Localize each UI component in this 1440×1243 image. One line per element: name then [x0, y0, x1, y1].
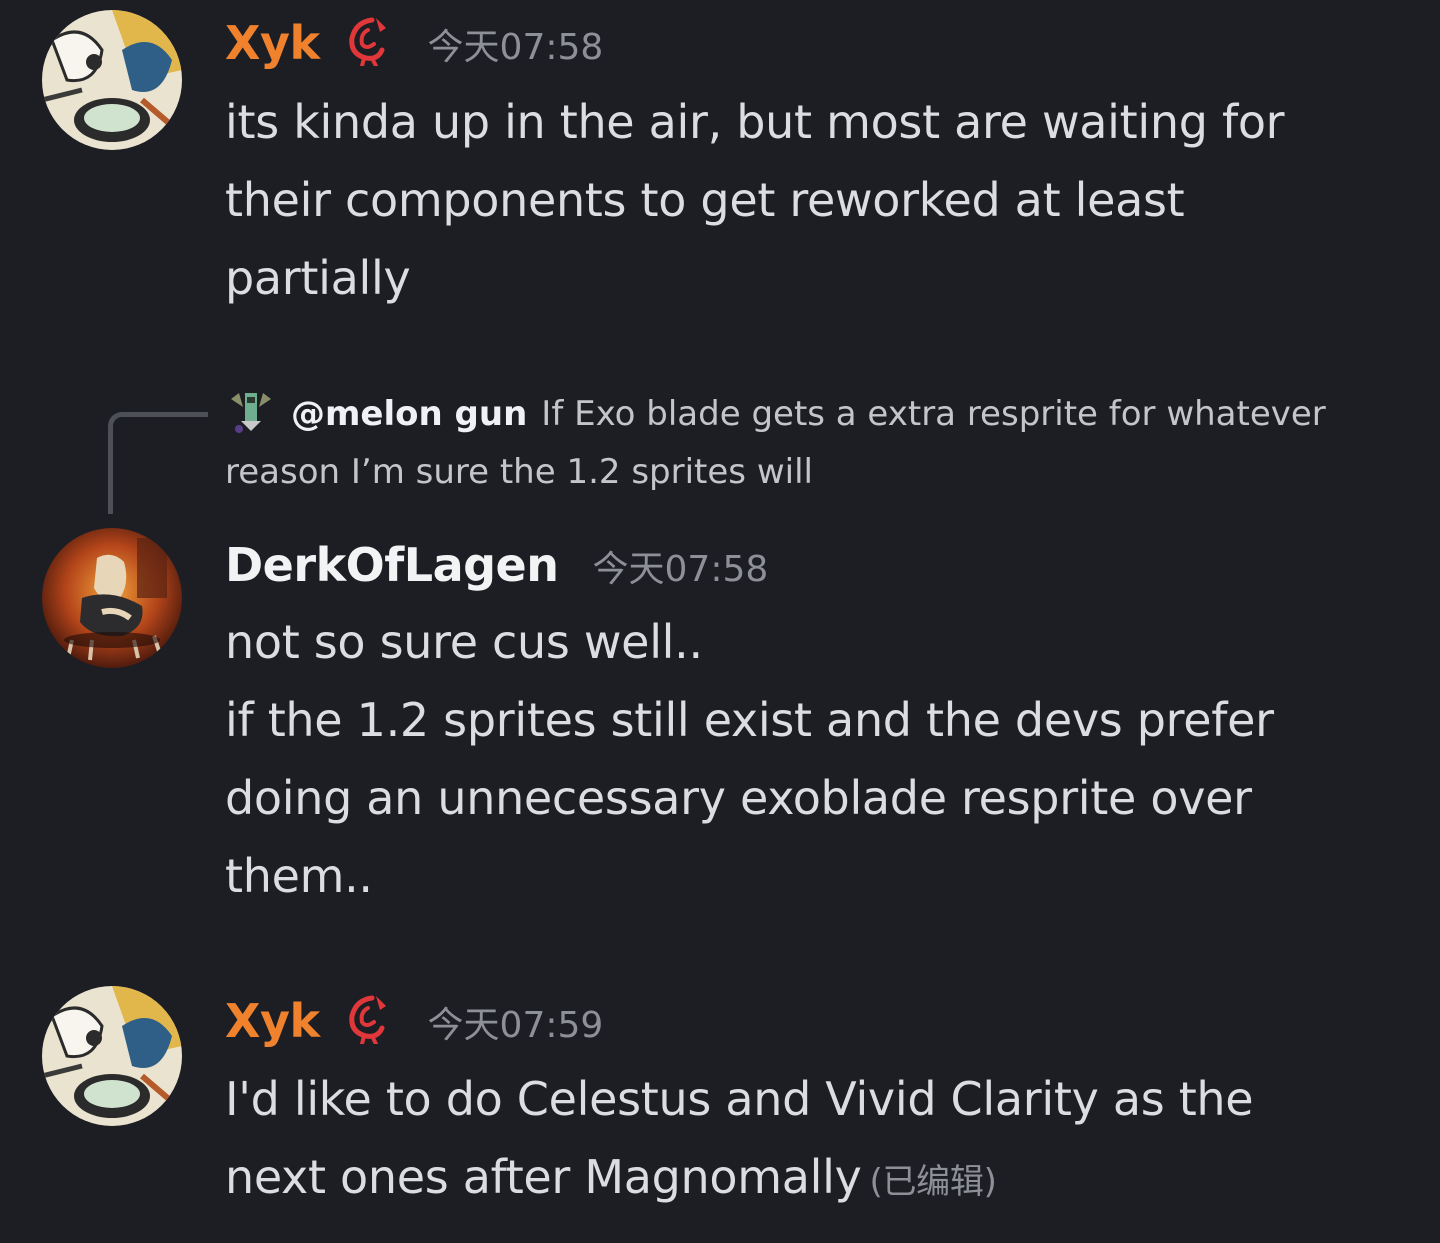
message-line: them..: [225, 849, 373, 903]
message-line: doing an unnecessary exoblade resprite o…: [225, 771, 1252, 825]
message-line: partially: [225, 251, 411, 305]
username[interactable]: Xyk: [225, 16, 320, 70]
message-header: Xyk 今天07:59: [225, 994, 603, 1054]
red-swirl-role-icon[interactable]: [342, 14, 394, 68]
message-line: if the 1.2 sprites still exist and the d…: [225, 693, 1274, 747]
derkoflagen-avatar[interactable]: [42, 528, 182, 668]
timestamp: 今天07:59: [427, 1005, 604, 1046]
message-line: not so sure cus well..: [225, 615, 703, 669]
message-text: next ones after Magnomally: [225, 1150, 862, 1204]
username[interactable]: Xyk: [225, 994, 320, 1048]
message-line: their components to get reworked at leas…: [225, 173, 1185, 227]
timestamp: 今天07:58: [427, 27, 604, 68]
edited-label: (已编辑): [869, 1162, 997, 1202]
message-content: not so sure cus well.. if the 1.2 sprite…: [225, 603, 1415, 915]
reply-preview[interactable]: @melon gun If Exo blade gets a extra resp…: [225, 385, 1405, 501]
message-content: its kinda up in the air, but most are wa…: [225, 83, 1415, 317]
reply-connector-line: [108, 412, 208, 514]
xyk-avatar[interactable]: [42, 986, 182, 1126]
message-header: Xyk 今天07:58: [225, 16, 603, 76]
reply-text: reason I’m sure the 1.2 sprites will: [225, 452, 813, 492]
timestamp: 今天07:58: [592, 549, 769, 590]
message-content: I'd like to do Celestus and Vivid Clarit…: [225, 1060, 1415, 1221]
message-header: DerkOfLagen 今天07:58: [225, 538, 768, 598]
message-line: next ones after Magnomally (已编辑): [225, 1138, 1415, 1221]
username[interactable]: DerkOfLagen: [225, 538, 559, 592]
red-swirl-role-icon[interactable]: [342, 992, 394, 1046]
melon-gun-avatar[interactable]: [225, 385, 277, 437]
message-line: its kinda up in the air, but most are wa…: [225, 95, 1285, 149]
reply-username[interactable]: @melon gun: [291, 394, 527, 434]
xyk-avatar[interactable]: [42, 10, 182, 150]
message-line: I'd like to do Celestus and Vivid Clarit…: [225, 1072, 1254, 1126]
reply-text: If Exo blade gets a extra resprite for w…: [541, 394, 1326, 434]
